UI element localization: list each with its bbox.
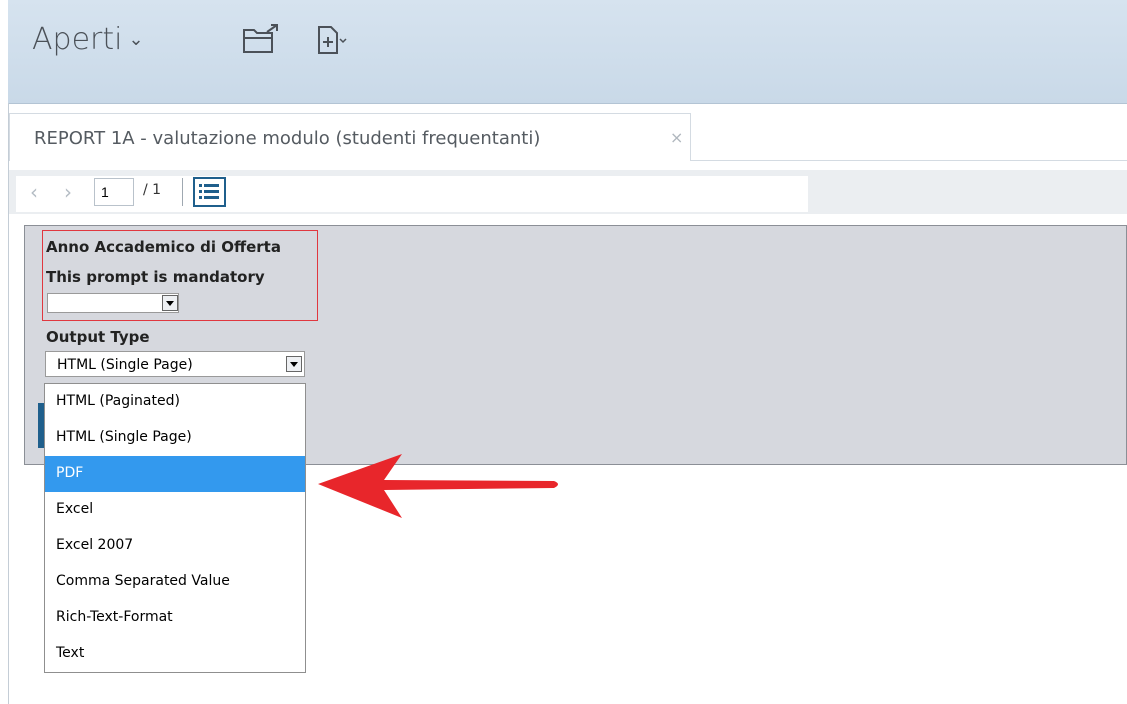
option-excel-2007[interactable]: Excel 2007	[45, 528, 305, 564]
next-page-icon[interactable]: ›	[64, 180, 72, 204]
new-document-icon[interactable]	[316, 24, 350, 60]
tab-divider	[691, 160, 1127, 161]
year-prompt-label: Anno Accademico di Offerta	[46, 238, 281, 256]
tab-report[interactable]: REPORT 1A - valutazione modulo (studenti…	[9, 113, 691, 161]
option-excel[interactable]: Excel	[45, 492, 305, 528]
output-type-select[interactable]: HTML (Single Page)	[45, 351, 305, 377]
option-html-paginated[interactable]: HTML (Paginated)	[45, 384, 305, 420]
page-total: / 1	[143, 182, 162, 198]
output-type-value: HTML (Single Page)	[57, 357, 193, 373]
toolbar-separator	[182, 178, 183, 206]
page-number-input[interactable]	[94, 178, 134, 206]
header-title: Aperti	[32, 22, 123, 57]
chevron-down-icon: ⌄	[128, 29, 144, 50]
list-icon	[199, 184, 219, 199]
academic-year-select[interactable]	[47, 293, 179, 313]
option-text[interactable]: Text	[45, 636, 305, 672]
mandatory-message: This prompt is mandatory	[46, 268, 265, 286]
option-html-single-page[interactable]: HTML (Single Page)	[45, 420, 305, 456]
open-menu-dropdown[interactable]: Aperti ⌄	[32, 22, 144, 57]
option-csv[interactable]: Comma Separated Value	[45, 564, 305, 600]
close-icon[interactable]: ×	[670, 128, 683, 147]
list-view-button[interactable]	[193, 177, 226, 207]
tab-label: REPORT 1A - valutazione modulo (studenti…	[34, 128, 541, 149]
chevron-down-icon	[162, 295, 178, 311]
prev-page-icon[interactable]: ‹	[30, 180, 38, 204]
output-type-label: Output Type	[46, 328, 150, 346]
app-header	[8, 0, 1127, 104]
option-rtf[interactable]: Rich-Text-Format	[45, 600, 305, 636]
open-folder-icon[interactable]	[242, 24, 282, 60]
output-type-dropdown: HTML (Paginated) HTML (Single Page) PDF …	[44, 383, 306, 673]
chevron-down-icon	[286, 356, 302, 372]
toolbar-inner	[16, 176, 808, 212]
red-arrow-annotation	[318, 454, 558, 518]
option-pdf[interactable]: PDF	[45, 456, 305, 492]
